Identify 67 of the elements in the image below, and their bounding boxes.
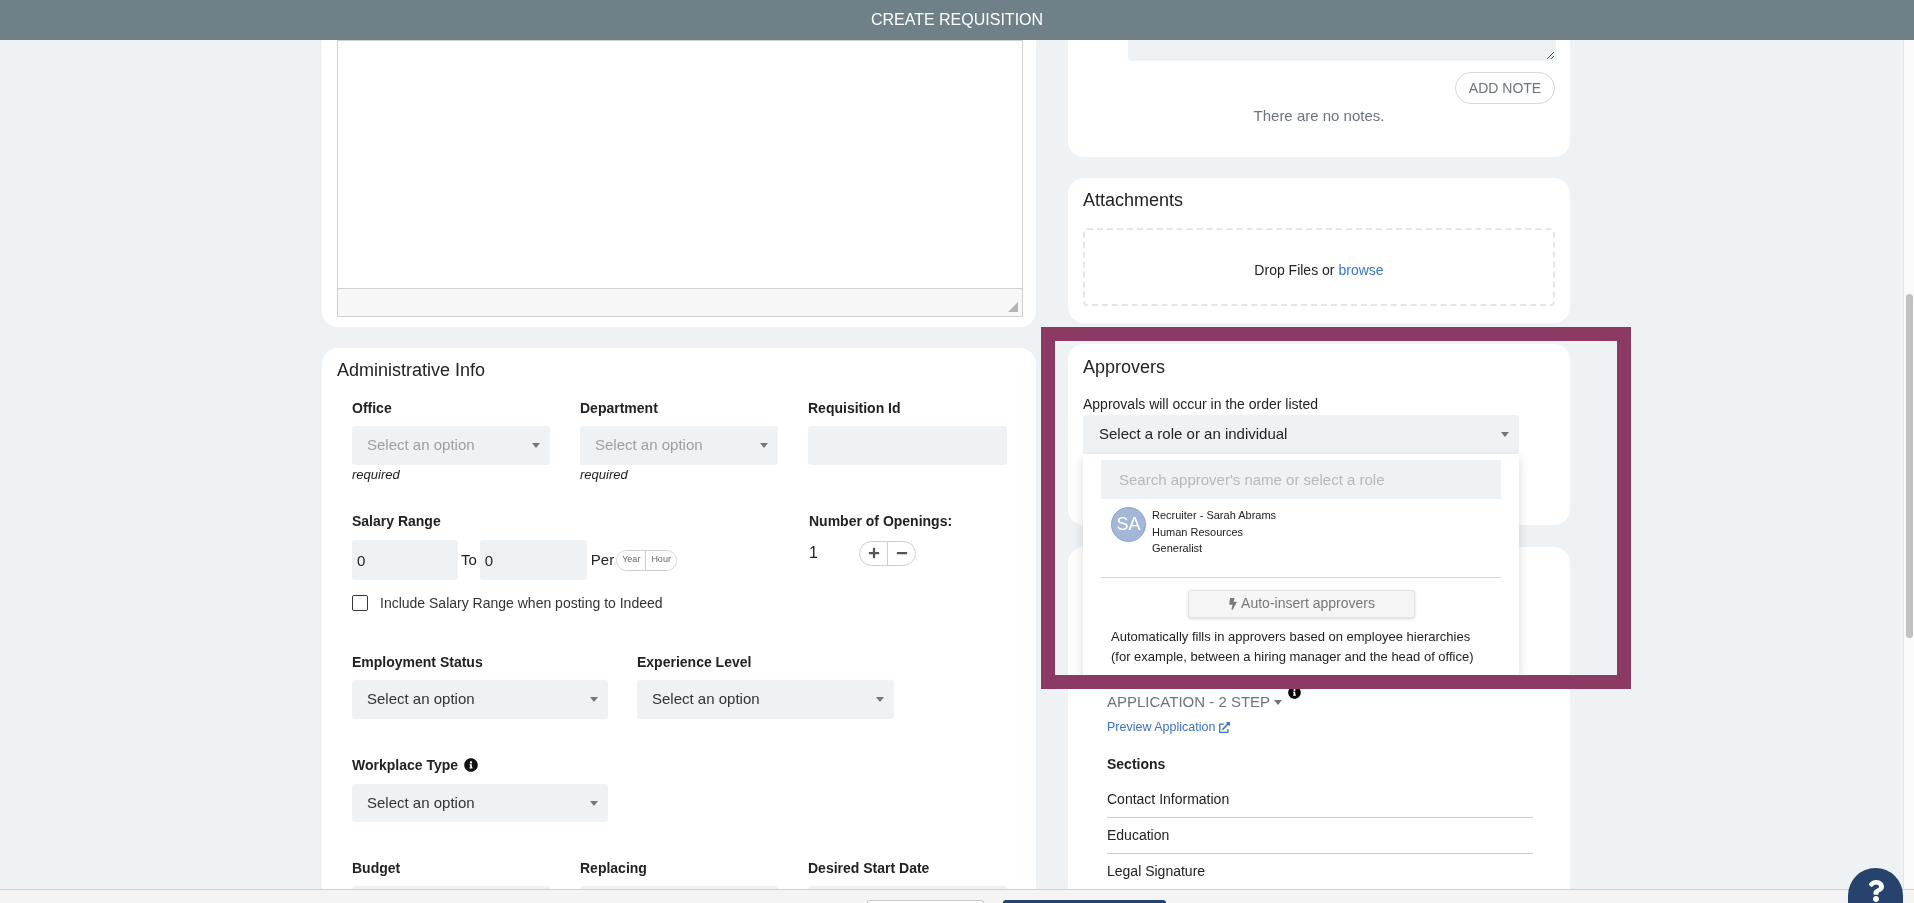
auto-insert-button[interactable]: Auto-insert approvers: [1187, 589, 1415, 618]
card-title: Attachments: [1083, 189, 1185, 211]
select-field[interactable]: Select an option: [352, 680, 608, 719]
card-title: Approvers: [1083, 356, 1167, 378]
page-title: CREATE REQUISITION: [870, 10, 1044, 30]
section-item: Contact Information: [1107, 782, 1533, 818]
field-label: Experience Level: [637, 654, 752, 670]
plus-icon: [867, 547, 880, 559]
field-label: Employment Status: [352, 654, 483, 670]
application-type-dropdown[interactable]: APPLICATION - 2 STEP: [1107, 693, 1283, 711]
info-icon[interactable]: [1288, 686, 1302, 699]
info-icon[interactable]: [464, 758, 479, 772]
caret-icon: [1501, 432, 1509, 437]
file-drop-zone[interactable]: Drop Files or browse: [1083, 228, 1555, 306]
note-text-field[interactable]: [1128, 40, 1556, 61]
scrollbar-thumb[interactable]: [1905, 294, 1913, 638]
secondary-button[interactable]: [867, 900, 984, 903]
caret-icon: [1274, 699, 1283, 705]
resize-handle-icon[interactable]: [1546, 51, 1554, 59]
preview-application-link[interactable]: Preview Application: [1107, 719, 1231, 735]
required-note: required: [352, 467, 401, 483]
approver-option[interactable]: SA Recruiter - Sarah Abrams Human Resources Generalist: [1111, 507, 1277, 557]
browse-link[interactable]: browse: [1338, 259, 1384, 281]
salary-min-field[interactable]: 0: [352, 540, 458, 580]
caret-icon: [876, 697, 884, 702]
field-label: Workplace Type: [352, 757, 459, 773]
input-field[interactable]: [352, 886, 550, 889]
input-field[interactable]: [808, 886, 1007, 889]
lightning-icon: [1227, 597, 1240, 610]
card-title: Administrative Info: [337, 359, 487, 381]
field-label: Salary Range: [352, 513, 441, 529]
select-field[interactable]: Select an option: [637, 680, 894, 719]
drop-files-text: Drop Files or: [1254, 260, 1335, 280]
search-field[interactable]: Search approver's name or select a role: [1101, 460, 1501, 499]
auto-insert-description: Automatically fills in approvers based on employee hierarchies (for example, between a hiring manager and the head of office): [1111, 627, 1475, 666]
approvers-hint: Approvals will occur in the order listed: [1083, 396, 1319, 413]
field-label: Desired Start Date: [808, 860, 930, 876]
openings-value: 1: [809, 543, 819, 563]
caret-icon: [590, 800, 598, 806]
checkbox-label: Include Salary Range when posting to Indeed: [380, 593, 663, 613]
external-link-icon: [1219, 721, 1231, 733]
field-label: Number of Openings:: [809, 513, 953, 529]
empty-notes-message: There are no notes.: [1253, 107, 1385, 125]
resize-handle-icon[interactable]: [1008, 302, 1018, 312]
per-label: Per: [590, 549, 615, 570]
primary-button[interactable]: [1003, 900, 1166, 903]
field-label: Office: [352, 400, 392, 416]
field-label: Department: [580, 400, 658, 416]
help-button[interactable]: [1848, 868, 1903, 903]
field-label: Budget: [352, 860, 401, 876]
pay-unit-option[interactable]: Hour: [645, 550, 676, 570]
caret-icon: [532, 443, 540, 448]
checkbox[interactable]: [352, 595, 368, 611]
sections-heading: Sections: [1107, 756, 1166, 773]
salary-max-field[interactable]: 0: [479, 540, 587, 580]
select-field[interactable]: Select an option: [352, 784, 608, 822]
required-note: required: [580, 467, 629, 483]
add-note-button[interactable]: ADD NOTE: [1455, 72, 1555, 104]
field-label: Requisition Id: [808, 400, 901, 416]
range-separator-label: To: [461, 549, 477, 570]
caret-icon: [590, 697, 598, 702]
input-field[interactable]: [580, 886, 778, 889]
field-label: Replacing: [580, 860, 647, 876]
avatar: SA: [1111, 507, 1146, 542]
caret-icon: [760, 443, 768, 448]
section-item: Education: [1107, 818, 1533, 854]
approver-select[interactable]: Select a role or an individual: [1083, 415, 1519, 454]
